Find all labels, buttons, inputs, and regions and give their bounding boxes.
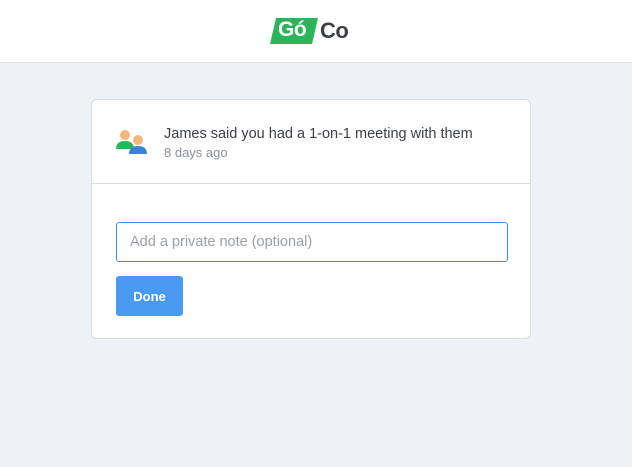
done-button[interactable]: Done — [116, 276, 183, 316]
notification-header: James said you had a 1-on-1 meeting with… — [92, 100, 530, 184]
people-icon — [115, 127, 149, 155]
logo-co-text: Co — [320, 18, 349, 43]
logo-go-badge: Gó — [270, 14, 318, 48]
logo-go-text: Gó — [278, 18, 307, 41]
top-header: Gó Co — [0, 0, 632, 63]
notification-timestamp: 8 days ago — [164, 145, 228, 160]
notification-message: James said you had a 1-on-1 meeting with… — [164, 126, 473, 142]
goco-logo[interactable]: Gó Co — [270, 14, 349, 48]
private-note-input[interactable] — [116, 222, 508, 262]
notification-card: James said you had a 1-on-1 meeting with… — [91, 99, 531, 339]
